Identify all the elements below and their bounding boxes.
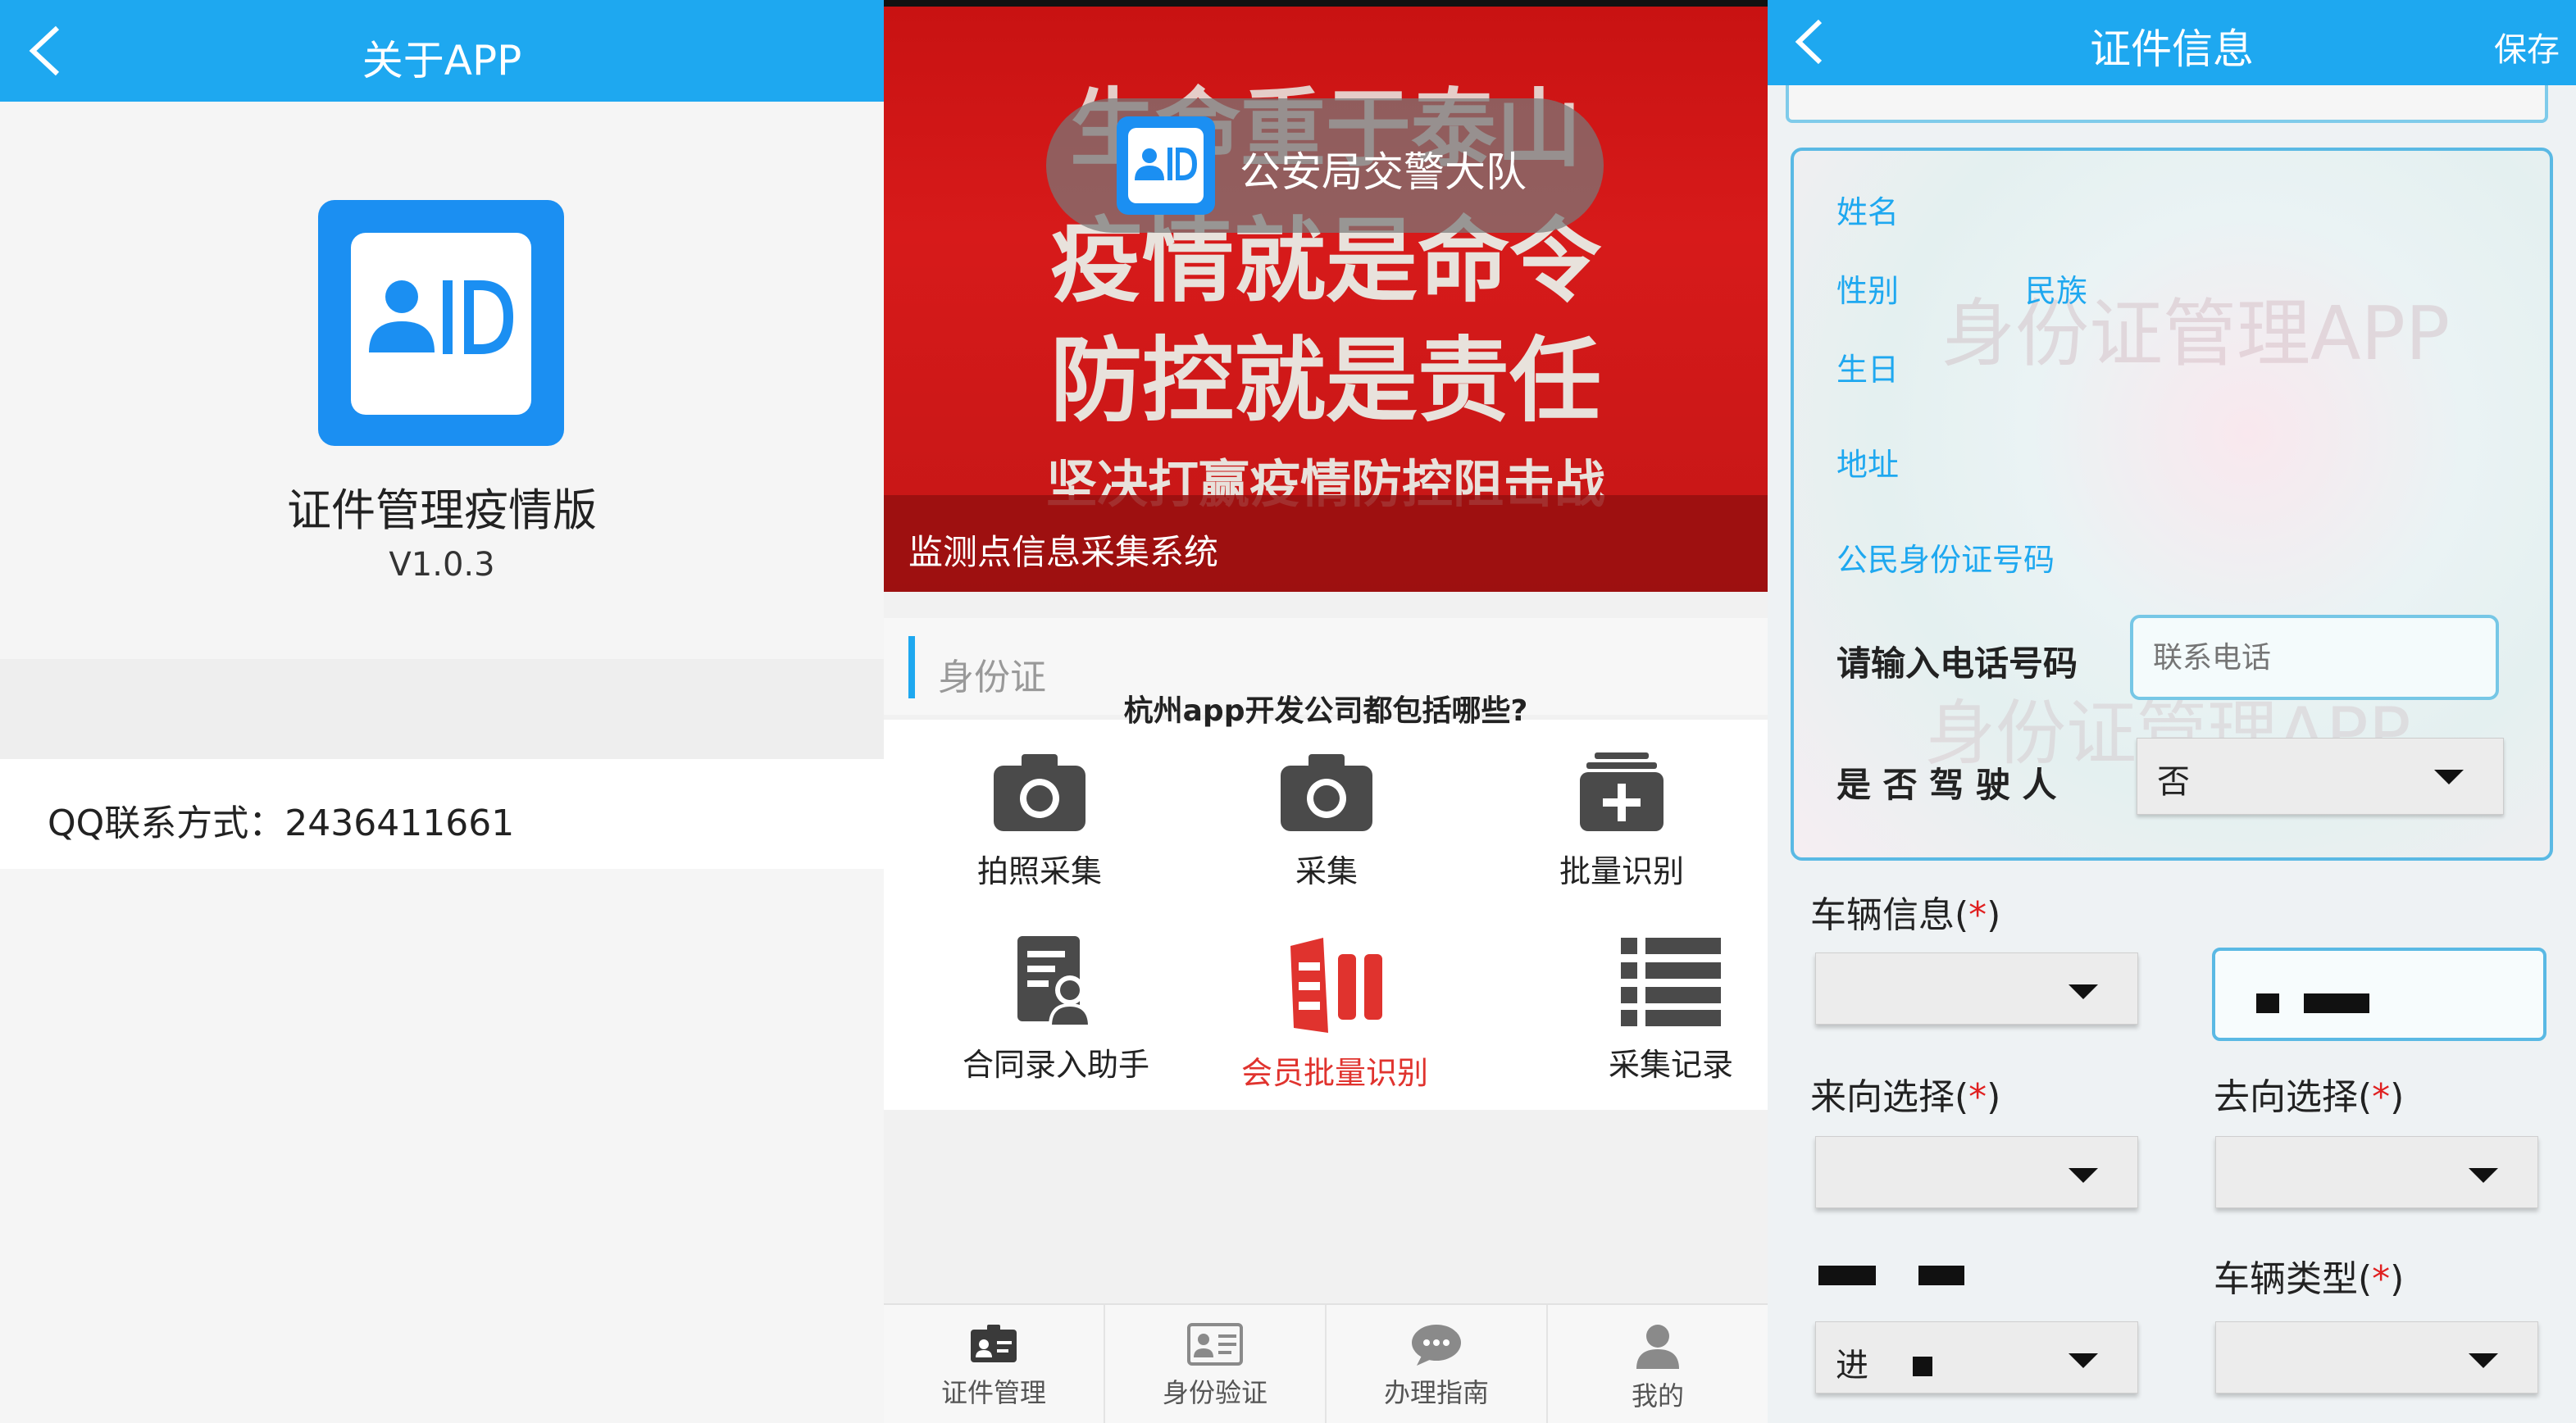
chevron-down-icon — [2069, 1353, 2098, 1368]
app-logo-icon — [318, 200, 564, 446]
card-back-strip — [1786, 85, 2548, 123]
grid-label: 批量识别 — [1559, 853, 1684, 889]
org-badge: 公安局交警大队 — [1046, 98, 1604, 233]
org-name: 公安局交警大队 — [1240, 148, 1527, 196]
about-bottom — [0, 869, 884, 1423]
banner-caption: 监测点信息采集系统 — [908, 532, 1219, 572]
status-strip — [884, 0, 1768, 7]
batch-add-icon — [1580, 752, 1663, 831]
tab-label: 身份验证 — [1162, 1377, 1268, 1408]
bottom-tab-bar: 证件管理 身份验证 办理指南 我的 — [884, 1303, 1768, 1423]
driver-label: 是 否 驾 驶 人 — [1836, 765, 2057, 805]
function-grid: 拍照采集 采集 批量识别 合同录入助手 会员批量识别 采集记录 — [884, 720, 1768, 1110]
grid-label: 采集记录 — [1608, 1047, 1733, 1083]
page-title: 证件信息 — [2090, 25, 2254, 73]
entry-select[interactable]: 进 — [1815, 1321, 2138, 1393]
grid-item-member-batch[interactable]: 会员批量识别 — [1195, 933, 1474, 1113]
divider-band — [0, 659, 884, 759]
about-app-screen: 关于APP 证件管理疫情版 V1.0.3 QQ联系方式：2436411661 — [0, 0, 884, 1423]
field-id-number-label: 公民身份证号码 — [1836, 542, 2055, 578]
camera-icon — [994, 754, 1085, 831]
redacted-mark — [1913, 1357, 1932, 1376]
chevron-down-icon — [2434, 770, 2464, 784]
redacted-mark — [2256, 993, 2279, 1013]
tab-guide[interactable]: 办理指南 — [1327, 1305, 1548, 1423]
grid-label: 采集 — [1295, 853, 1358, 889]
tab-id-management[interactable]: 证件管理 — [884, 1305, 1105, 1423]
overlay-question-text: 杭州app开发公司都包括哪些? — [1123, 694, 1528, 728]
chevron-down-icon — [2069, 984, 2098, 999]
redacted-label — [1810, 1249, 1991, 1298]
certificate-info-screen: 证件信息 保存 身份证管理APP 身份证管理APP 姓名 性别 民族 生日 地址… — [1768, 0, 2576, 1423]
page-title: 关于APP — [362, 37, 522, 84]
id-verify-icon — [1187, 1323, 1243, 1366]
chat-bubble-icon — [1412, 1325, 1461, 1366]
home-screen: 生命重于泰山 疫情就是命令 防控就是责任 坚决打赢疫情防控阻击战 公安局交警大队… — [884, 0, 1768, 1423]
card-watermark: 身份证管理APP — [1941, 291, 2451, 377]
vehicle-info-label: 车辆信息(*) — [1810, 894, 2001, 936]
vehicle-type-label: 车辆类型(*) — [2214, 1258, 2405, 1300]
field-birth-label: 生日 — [1836, 352, 1900, 388]
phone-label: 请输入电话号码 — [1836, 643, 2078, 684]
driver-select[interactable]: 否 — [2137, 738, 2504, 815]
to-direction-label: 去向选择(*) — [2214, 1076, 2405, 1118]
contract-user-icon — [1017, 936, 1092, 1028]
driver-select-value: 否 — [2157, 763, 2190, 801]
about-header: 关于APP — [0, 0, 884, 102]
entry-select-value: 进 — [1836, 1347, 1868, 1384]
banner-caption-bar: 监测点信息采集系统 — [884, 495, 1768, 592]
field-ethnicity-label: 民族 — [2025, 273, 2088, 309]
save-button[interactable]: 保存 — [2494, 23, 2560, 70]
grid-label: 拍照采集 — [976, 853, 1102, 889]
vehicle-select[interactable] — [1815, 952, 2138, 1025]
tab-mine[interactable]: 我的 — [1548, 1305, 1768, 1423]
tab-label: 证件管理 — [940, 1377, 1046, 1408]
from-direction-label: 来向选择(*) — [1810, 1076, 2001, 1118]
from-direction-select[interactable] — [1815, 1136, 2138, 1208]
grid-item-photo-capture[interactable]: 拍照采集 — [917, 749, 1163, 930]
chevron-down-icon — [2069, 1168, 2098, 1183]
camera-icon — [1281, 754, 1372, 831]
plate-number-field[interactable] — [2212, 948, 2546, 1041]
chevron-down-icon — [2469, 1168, 2498, 1183]
app-version: V1.0.3 — [389, 546, 495, 584]
field-name-label: 姓名 — [1836, 194, 1900, 230]
banner-slogan-3: 防控就是责任 — [1050, 327, 1601, 434]
org-logo-icon — [1117, 116, 1215, 215]
phone-input[interactable] — [2130, 615, 2499, 700]
app-name: 证件管理疫情版 — [287, 484, 597, 536]
tab-label: 办理指南 — [1383, 1377, 1489, 1408]
grid-item-capture[interactable]: 采集 — [1204, 749, 1450, 930]
user-icon — [1636, 1325, 1679, 1369]
qq-contact-text: QQ联系方式：2436411661 — [48, 802, 515, 844]
grid-label: 合同录入助手 — [962, 1047, 1149, 1083]
field-address-label: 地址 — [1836, 447, 1900, 483]
chevron-down-icon — [2469, 1353, 2498, 1368]
id-card-icon — [971, 1325, 1017, 1362]
qq-contact-row[interactable]: QQ联系方式：2436411661 — [0, 759, 884, 869]
cert-header: 证件信息 保存 — [1768, 0, 2576, 85]
grid-label: 会员批量识别 — [1240, 1055, 1428, 1091]
id-card-preview: 身份证管理APP 身份证管理APP 姓名 性别 民族 生日 地址 公民身份证号码… — [1791, 148, 2553, 861]
tab-id-verification[interactable]: 身份验证 — [1105, 1305, 1327, 1423]
field-gender-label: 性别 — [1836, 273, 1900, 309]
vehicle-type-select[interactable] — [2215, 1321, 2538, 1393]
to-direction-select[interactable] — [2215, 1136, 2538, 1208]
redacted-mark — [2304, 993, 2369, 1013]
grid-item-contract-assistant[interactable]: 合同录入助手 — [933, 933, 1179, 1113]
member-batch-icon — [1290, 938, 1382, 1033]
banner-image[interactable]: 生命重于泰山 疫情就是命令 防控就是责任 坚决打赢疫情防控阻击战 公安局交警大队… — [884, 0, 1768, 592]
grid-item-batch-recognition[interactable]: 批量识别 — [1499, 749, 1745, 930]
tab-label: 我的 — [1631, 1380, 1684, 1412]
grid-item-capture-records[interactable]: 采集记录 — [1581, 933, 1761, 1113]
list-icon — [1621, 938, 1721, 1026]
